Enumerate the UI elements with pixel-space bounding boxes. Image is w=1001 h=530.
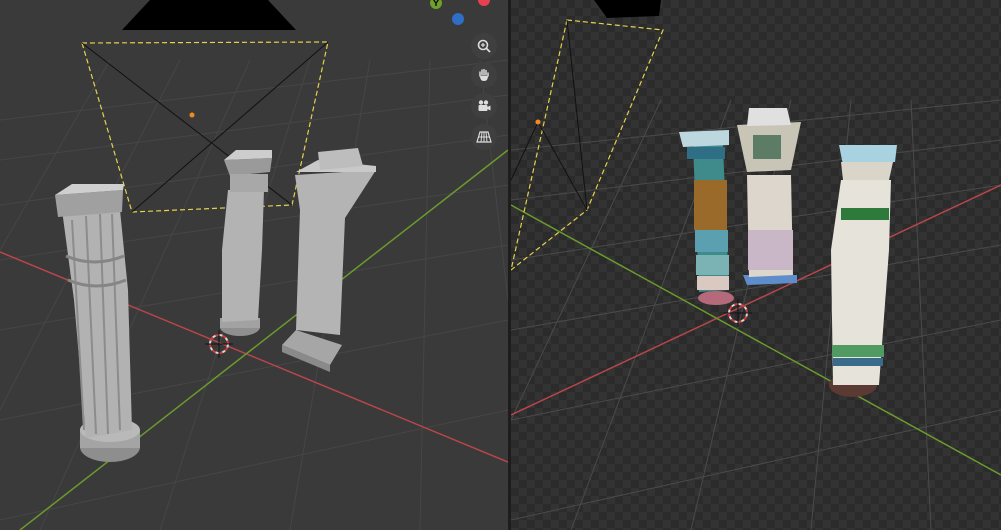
camera-view-button[interactable] bbox=[471, 93, 497, 119]
grid-perspective-icon bbox=[476, 131, 492, 143]
pillar-round[interactable] bbox=[220, 150, 272, 336]
blender-window: Y bbox=[0, 0, 1001, 530]
viewport-right-canvas[interactable] bbox=[511, 0, 1001, 530]
viewport-right-material[interactable] bbox=[511, 0, 1001, 530]
viewport-left-canvas[interactable] bbox=[0, 0, 508, 530]
pan-button[interactable] bbox=[471, 62, 497, 88]
gizmo-y-label: Y bbox=[433, 0, 439, 8]
camera-view-icon bbox=[478, 100, 491, 111]
hand-pan-icon bbox=[479, 68, 489, 81]
light-object[interactable] bbox=[122, 0, 296, 30]
pillar-fluted[interactable] bbox=[55, 184, 140, 462]
zoom-button[interactable] bbox=[471, 33, 497, 59]
gizmo-z-axis[interactable] bbox=[452, 13, 464, 25]
pillar-palm[interactable] bbox=[282, 148, 376, 372]
zoom-icon bbox=[477, 39, 491, 53]
perspective-toggle-button[interactable] bbox=[471, 124, 497, 150]
viewport-left-solid[interactable]: Y bbox=[0, 0, 508, 530]
